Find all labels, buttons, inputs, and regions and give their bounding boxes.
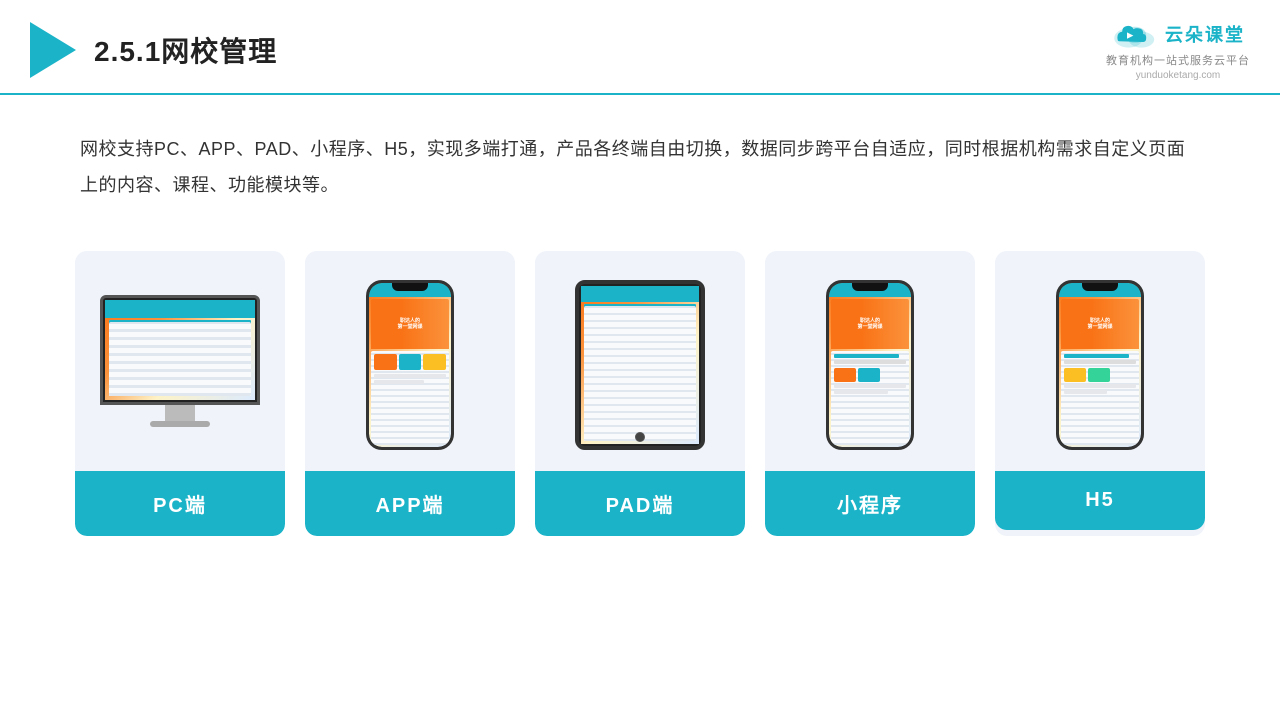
card-h5: 职达人的第一堂网课 (995, 251, 1205, 536)
card-app-label: APP端 (305, 471, 515, 536)
phone-screen-app: 职达人的第一堂网课 (369, 283, 451, 447)
card-pc-image: 职达人的第一堂网课 (75, 251, 285, 471)
card-pad-image: 职达人的第一堂网课 (535, 251, 745, 471)
tablet-home-button (635, 432, 645, 442)
page-title: 2.5.1网校管理 (94, 30, 277, 70)
brand-area: 云朵课堂 教育机构一站式服务云平台 yunduoketang.com (1106, 18, 1250, 81)
card-miniprogram-image: 职达人的第一堂网课 (765, 251, 975, 471)
card-h5-label: H5 (995, 471, 1205, 530)
monitor-screen-outer: 职达人的第一堂网课 (100, 295, 260, 405)
description-content: 网校支持PC、APP、PAD、小程序、H5，实现多端打通，产品各终端自由切换，数… (80, 139, 1185, 195)
phone-mockup-h5: 职达人的第一堂网课 (1056, 280, 1144, 450)
card-app-image: 职达人的第一堂网课 (305, 251, 515, 471)
card-miniprogram: 职达人的第一堂网课 (765, 251, 975, 536)
phone-screen-mini: 职达人的第一堂网课 (829, 283, 911, 447)
phone-screen-img-app: 职达人的第一堂网课 (371, 299, 449, 349)
phone-screen-content-mini (831, 351, 909, 445)
phone-screen-img-mini: 职达人的第一堂网课 (831, 299, 909, 349)
tablet-screen: 职达人的第一堂网课 (581, 286, 699, 444)
card-pad: 职达人的第一堂网课 (535, 251, 745, 536)
monitor-stand (165, 405, 195, 421)
header: 2.5.1网校管理 云朵课堂 教育机构一站式服务云平台 yunduoketang… (0, 0, 1280, 95)
card-h5-image: 职达人的第一堂网课 (995, 251, 1205, 471)
cards-section: 职达人的第一堂网课 (0, 221, 1280, 536)
phone-notch-h5 (1082, 283, 1118, 291)
phone-notch (392, 283, 428, 291)
card-miniprogram-label: 小程序 (765, 471, 975, 536)
card-pc: 职达人的第一堂网课 (75, 251, 285, 536)
cloud-logo: 云朵课堂 (1111, 18, 1245, 50)
cloud-icon (1111, 18, 1159, 50)
phone-notch-mini (852, 283, 888, 291)
monitor-base (150, 421, 210, 427)
pc-mockup: 职达人的第一堂网课 (100, 295, 260, 435)
phone-screen-h5: 职达人的第一堂网课 (1059, 283, 1141, 447)
card-app: 职达人的第一堂网课 (305, 251, 515, 536)
card-pc-label: PC端 (75, 471, 285, 536)
tablet-mockup: 职达人的第一堂网课 (575, 280, 705, 450)
brand-name: 云朵课堂 (1165, 21, 1245, 47)
phone-screen-content-h5 (1061, 351, 1139, 445)
card-pad-label: PAD端 (535, 471, 745, 536)
brand-url: yunduoketang.com (1136, 70, 1221, 81)
phone-mockup-app: 职达人的第一堂网课 (366, 280, 454, 450)
description-text: 网校支持PC、APP、PAD、小程序、H5，实现多端打通，产品各终端自由切换，数… (0, 95, 1280, 221)
brand-subtitle: 教育机构一站式服务云平台 (1106, 52, 1250, 68)
phone-screen-img-h5: 职达人的第一堂网课 (1061, 299, 1139, 349)
phone-mockup-mini: 职达人的第一堂网课 (826, 280, 914, 450)
phone-screen-content-app (371, 351, 449, 445)
logo-triangle-icon (30, 22, 76, 78)
monitor-screen-inner: 职达人的第一堂网课 (105, 300, 255, 400)
header-left: 2.5.1网校管理 (30, 22, 277, 78)
